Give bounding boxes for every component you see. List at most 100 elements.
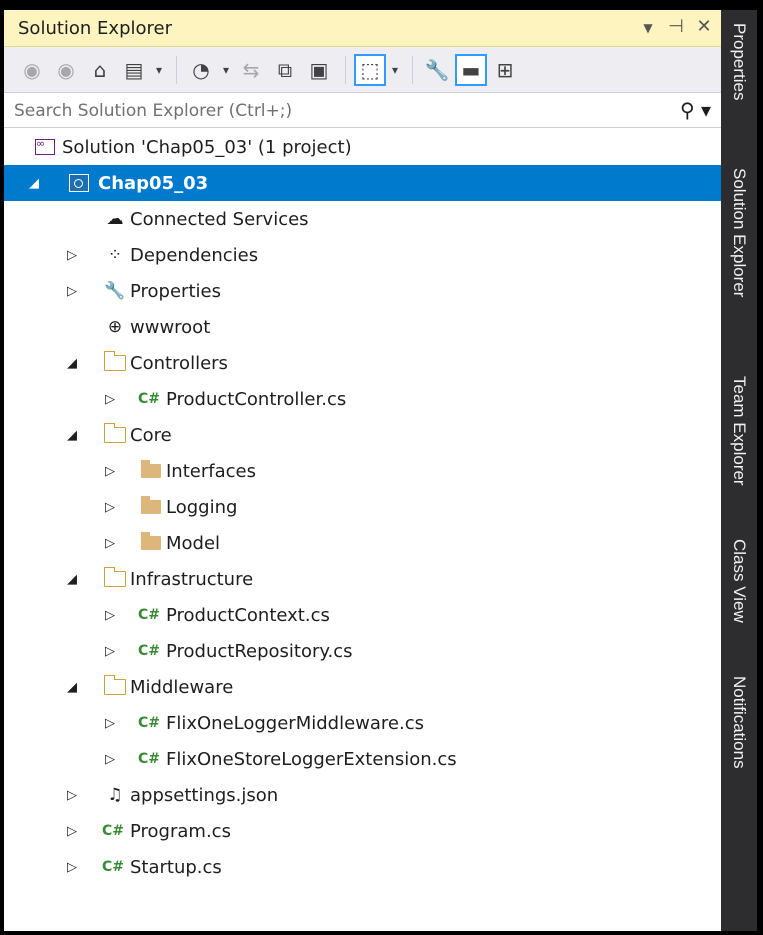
expanded-arrow-icon[interactable]: ◢: [64, 679, 80, 695]
tab-team-explorer[interactable]: Team Explorer: [721, 346, 757, 516]
tab-solution-explorer[interactable]: Solution Explorer: [721, 130, 757, 335]
csharp-file-icon: C#: [138, 607, 161, 623]
preview-selected-icon[interactable]: ⬚: [354, 53, 386, 86]
wrench-icon: 🔧: [104, 281, 126, 301]
tree-item-wwwroot[interactable]: ⊕ wwwroot: [4, 309, 721, 345]
json-file-icon: ♫: [107, 785, 123, 805]
panel-title: Solution Explorer: [18, 18, 172, 39]
tree-item-interfaces[interactable]: ▷ Interfaces: [4, 453, 721, 489]
tree-item-product-repository[interactable]: ▷ C# ProductRepository.cs: [4, 633, 721, 669]
tree-item-startup[interactable]: ▷ C# Startup.cs: [4, 849, 721, 885]
tab-notifications[interactable]: Notifications: [721, 650, 757, 795]
folder-icon: [140, 460, 162, 482]
collapse-all-icon[interactable]: ⧉: [269, 54, 301, 86]
tree-item-label: Core: [130, 424, 172, 446]
switch-views-icon[interactable]: ▤: [118, 54, 150, 86]
collapsed-arrow-icon[interactable]: ▷: [64, 247, 80, 263]
toolbar-separator: [345, 55, 346, 84]
search-icon[interactable]: ⚲ ▾: [680, 98, 711, 122]
tree-item-label: Logging: [166, 496, 238, 518]
collapsed-arrow-icon[interactable]: ▷: [102, 463, 118, 479]
toolbar: ◉ ◉ ⌂ ▤ ▾ ◔ ▾ ⇆ ⧉ ▣ ⬚ ▾ 🔧 ▬ ⊞: [4, 47, 721, 93]
collapsed-arrow-icon[interactable]: ▷: [64, 787, 80, 803]
tree-item-program[interactable]: ▷ C# Program.cs: [4, 813, 721, 849]
tree-item-label: Middleware: [130, 676, 234, 698]
expanded-arrow-icon[interactable]: ◢: [64, 427, 80, 443]
tree-item-label: ProductRepository.cs: [166, 640, 353, 662]
dropdown-arrow-icon[interactable]: ▼: [639, 16, 657, 40]
tree-item-product-controller[interactable]: ▷ C# ProductController.cs: [4, 381, 721, 417]
solution-explorer-window: Solution Explorer ▼ ⊣ ✕ ◉ ◉ ⌂ ▤ ▾ ◔ ▾ ⇆ …: [4, 10, 757, 931]
new-solution-view-icon[interactable]: ⊞: [489, 54, 521, 86]
search-bar: ⚲ ▾: [4, 94, 721, 128]
expanded-arrow-icon[interactable]: ◢: [26, 175, 42, 191]
close-icon[interactable]: ✕: [695, 16, 713, 40]
folder-open-icon: [103, 423, 126, 446]
search-input[interactable]: [12, 98, 656, 124]
collapsed-arrow-icon[interactable]: ▷: [102, 535, 118, 551]
forward-icon[interactable]: ◉: [50, 54, 82, 86]
folder-open-icon: [103, 675, 126, 698]
tree-item-properties[interactable]: ▷ 🔧 Properties: [4, 273, 721, 309]
expanded-arrow-icon[interactable]: ◢: [64, 355, 80, 371]
tree-item-infrastructure[interactable]: ◢ Infrastructure: [4, 561, 721, 597]
switch-views-dropdown-icon[interactable]: ▾: [152, 54, 166, 86]
tab-class-view[interactable]: Class View: [721, 516, 757, 646]
folder-icon: [140, 496, 162, 518]
tree-item-label: Interfaces: [166, 460, 256, 482]
tree-item-label: ProductContext.cs: [166, 604, 330, 626]
csharp-file-icon: C#: [138, 391, 161, 407]
tree-item-logging[interactable]: ▷ Logging: [4, 489, 721, 525]
tab-properties[interactable]: Properties: [721, 12, 757, 112]
collapsed-arrow-icon[interactable]: ▷: [64, 823, 80, 839]
pending-changes-icon[interactable]: ◔: [185, 54, 217, 86]
side-tab-rail: Properties Solution Explorer Team Explor…: [721, 10, 757, 931]
collapsed-arrow-icon[interactable]: ▷: [102, 751, 118, 767]
tree-item-label: Infrastructure: [130, 568, 254, 590]
pin-icon[interactable]: ⊣: [667, 16, 685, 40]
title-bar: Solution Explorer ▼ ⊣ ✕: [4, 10, 721, 47]
title-bar-controls: ▼ ⊣ ✕: [639, 16, 713, 40]
back-icon[interactable]: ◉: [16, 54, 48, 86]
home-icon[interactable]: ⌂: [84, 54, 116, 86]
folder-icon: [140, 532, 162, 554]
tree-item-label: Connected Services: [130, 208, 309, 230]
tree-item-controllers[interactable]: ◢ Controllers: [4, 345, 721, 381]
cloud-services-icon: ☁: [106, 209, 124, 229]
pending-changes-dropdown-icon[interactable]: ▾: [219, 54, 233, 86]
collapsed-arrow-icon[interactable]: ▷: [102, 715, 118, 731]
csharp-file-icon: C#: [138, 643, 161, 659]
tree-item-solution[interactable]: Solution 'Chap05_03' (1 project): [4, 129, 721, 165]
tree-item-appsettings[interactable]: ▷ ♫ appsettings.json: [4, 777, 721, 813]
preview-icon[interactable]: ▬: [455, 53, 487, 86]
show-all-files-icon[interactable]: ▣: [303, 54, 335, 86]
tree-item-label: FlixOneStoreLoggerExtension.cs: [166, 748, 457, 770]
collapsed-arrow-icon[interactable]: ▷: [102, 643, 118, 659]
csharp-file-icon: C#: [102, 823, 125, 839]
tree-item-model[interactable]: ▷ Model: [4, 525, 721, 561]
folder-open-icon: [103, 351, 126, 374]
tree-item-project[interactable]: ◢ Chap05_03: [4, 165, 721, 201]
tree-item-flixone-store-logger-extension[interactable]: ▷ C# FlixOneStoreLoggerExtension.cs: [4, 741, 721, 777]
globe-icon: ⊕: [107, 317, 123, 337]
tree-item-label: wwwroot: [130, 316, 211, 338]
tree-item-flixone-logger-middleware[interactable]: ▷ C# FlixOneLoggerMiddleware.cs: [4, 705, 721, 741]
collapsed-arrow-icon[interactable]: ▷: [102, 499, 118, 515]
dependencies-icon: ⁘: [107, 245, 123, 265]
tree-item-connected-services[interactable]: ☁ Connected Services: [4, 201, 721, 237]
properties-icon[interactable]: 🔧: [421, 54, 453, 86]
expanded-arrow-icon[interactable]: ◢: [64, 571, 80, 587]
collapsed-arrow-icon[interactable]: ▷: [102, 607, 118, 623]
tree-item-product-context[interactable]: ▷ C# ProductContext.cs: [4, 597, 721, 633]
collapsed-arrow-icon[interactable]: ▷: [102, 391, 118, 407]
sync-icon[interactable]: ⇆: [235, 54, 267, 86]
tree-item-dependencies[interactable]: ▷ ⁘ Dependencies: [4, 237, 721, 273]
tree-item-label: FlixOneLoggerMiddleware.cs: [166, 712, 424, 734]
tree-item-label: appsettings.json: [130, 784, 279, 806]
tree-item-core[interactable]: ◢ Core: [4, 417, 721, 453]
collapsed-arrow-icon[interactable]: ▷: [64, 283, 80, 299]
collapsed-arrow-icon[interactable]: ▷: [64, 859, 80, 875]
preview-selected-dropdown-icon[interactable]: ▾: [388, 54, 402, 86]
toolbar-separator: [412, 55, 413, 84]
tree-item-middleware[interactable]: ◢ Middleware: [4, 669, 721, 705]
